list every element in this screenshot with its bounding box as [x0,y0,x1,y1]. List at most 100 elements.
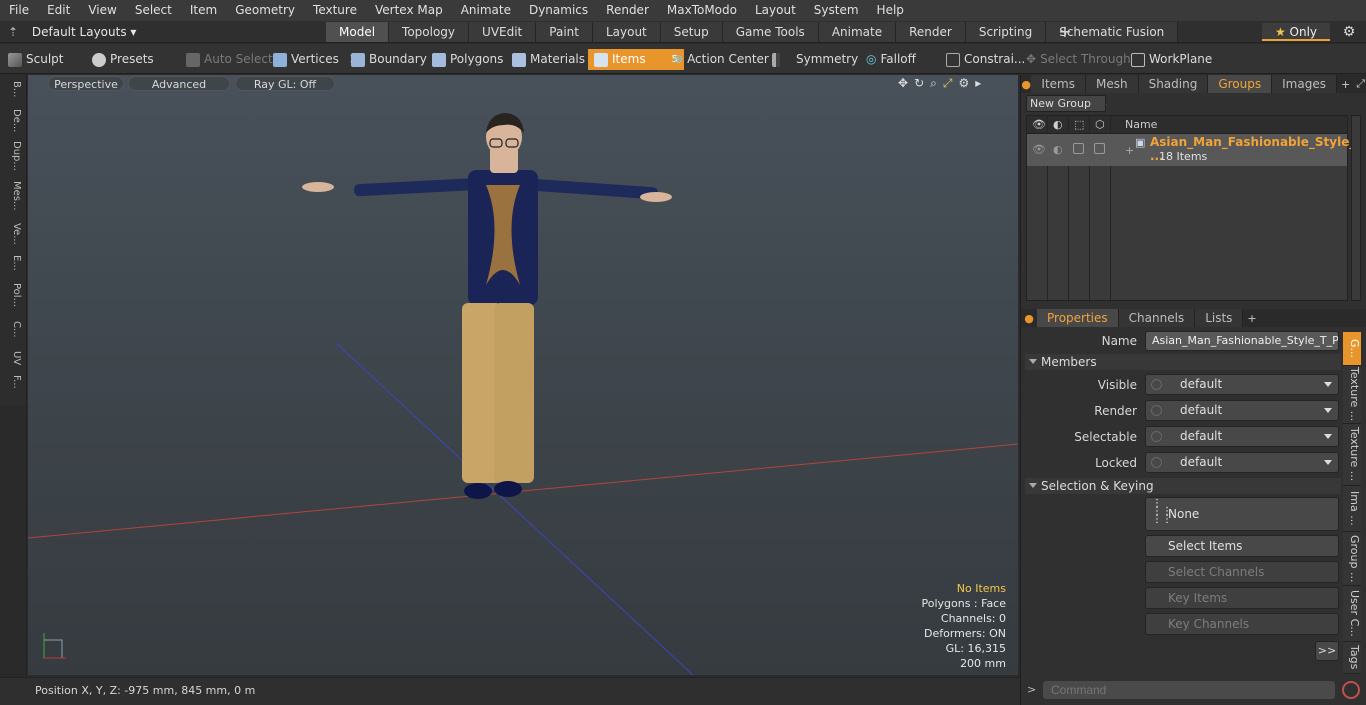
vtab-user-channels[interactable]: User C... [1343,586,1361,642]
select-channels-button[interactable]: Select Channels [1145,561,1339,583]
tab-scripting[interactable]: Scripting [965,22,1047,42]
left-tab-mesh-edit[interactable]: Mes... [4,181,22,211]
locked-dropdown[interactable]: default [1145,452,1339,473]
left-tab-deform[interactable]: De... [4,109,22,132]
constraints-button[interactable]: Constrai... [946,49,1025,70]
record-icon[interactable] [1342,681,1360,699]
sculpt-button[interactable]: Sculpt [8,49,63,70]
left-tab-curve[interactable]: C... [4,321,22,338]
expand-icon[interactable]: ⤢ [1354,77,1366,91]
left-tab-polygon[interactable]: Pol... [4,283,22,307]
menu-file[interactable]: File [0,0,38,21]
tab-uvedit[interactable]: UVEdit [469,22,537,42]
falloff-icon: ◎ [866,52,877,66]
selection-keying-section[interactable]: Selection & Keying [1025,478,1341,494]
selectable-dropdown[interactable]: default [1145,426,1339,447]
tab-topology[interactable]: Topology [389,22,470,42]
presets-button[interactable]: Presets [92,49,154,70]
workplane-button[interactable]: WorkPlane [1131,49,1212,70]
tab-render[interactable]: Render [896,22,966,42]
menu-select[interactable]: Select [126,0,181,21]
items-button[interactable]: Items 5 [588,49,684,70]
menu-render[interactable]: Render [597,0,658,21]
visible-dropdown[interactable]: default [1145,374,1339,395]
boundary-label: Boundary [369,52,427,66]
menu-geometry[interactable]: Geometry [226,0,304,21]
vtab-texture-1[interactable]: Texture ... [1343,366,1361,424]
select-items-button[interactable]: Select Items [1145,535,1339,557]
left-tab-basic[interactable]: B... [4,81,22,97]
new-group-button[interactable]: New Group [1026,95,1106,112]
menu-view[interactable]: View [79,0,125,21]
3d-viewport[interactable]: Perspective Advanced Ray GL: Off ✥ ↻ ⌕ ⤢… [28,75,1018,675]
left-tab-edge[interactable]: E... [4,255,22,271]
tab-setup[interactable]: Setup [660,22,723,42]
vertices-button[interactable]: Vertices1 [273,49,355,70]
action-center-button[interactable]: ⊕ Action Center [673,49,769,70]
vtab-texture-2[interactable]: Texture ... [1343,424,1361,486]
command-input[interactable] [1043,681,1335,699]
tab-game-tools[interactable]: Game Tools [722,22,819,42]
group-row[interactable]: 👁 ◐ + ▣ Asian_Man_Fashionable_Style_ ...… [1027,134,1355,166]
gear-icon[interactable]: ⚙ [1338,22,1360,42]
symmetry-button[interactable]: Symmetry [772,49,858,70]
select-toggle-icon[interactable] [1094,143,1105,154]
select-through-button[interactable]: ✥ Select Through [1026,49,1131,70]
tab-paint[interactable]: Paint [536,22,593,42]
vtab-tags[interactable]: Tags [1343,642,1361,674]
left-tab-vertex[interactable]: Ve... [4,223,22,245]
layouts-dropdown[interactable]: ⇡ Default Layouts ▾ [8,21,136,43]
members-section[interactable]: Members [1025,354,1341,370]
materials-button[interactable]: Materials [512,49,585,70]
vtab-group-2[interactable]: Group ... [1343,532,1361,586]
boundary-button[interactable]: Boundary [351,49,427,70]
menu-item[interactable]: Item [181,0,226,21]
render-toggle-icon[interactable]: ◐ [1053,143,1063,156]
menu-texture[interactable]: Texture [304,0,366,21]
add-panel-tab-icon[interactable]: + [1337,78,1354,91]
tab-shading[interactable]: Shading [1138,75,1209,93]
tab-items[interactable]: Items [1031,75,1086,93]
render-dropdown[interactable]: default [1145,400,1339,421]
tab-channels[interactable]: Channels [1118,309,1196,327]
tab-images[interactable]: Images [1272,75,1337,93]
groups-scrollbar[interactable] [1351,115,1361,301]
more-button[interactable]: >> [1315,641,1339,661]
menu-dynamics[interactable]: Dynamics [520,0,597,21]
menu-edit[interactable]: Edit [38,0,79,21]
visibility-toggle-icon[interactable]: 👁 [1032,143,1046,156]
menu-animate[interactable]: Animate [452,0,520,21]
left-tab-duplicate[interactable]: Dup... [4,141,22,171]
tab-animate[interactable]: Animate [818,22,897,42]
add-tab-icon[interactable]: + [1056,21,1074,43]
none-button[interactable]: ⋮ ⋮⋮ ⋮⋮ None [1145,497,1339,531]
vtab-group[interactable]: G... [1343,332,1361,366]
left-tab-fusion[interactable]: F... [4,375,22,389]
expand-tree-icon[interactable]: + [1125,144,1134,157]
menu-layout[interactable]: Layout [746,0,805,21]
falloff-button[interactable]: ◎ Falloff [866,49,916,70]
key-channels-button[interactable]: Key Channels [1145,613,1339,635]
tab-mesh[interactable]: Mesh ... [1085,75,1139,109]
menu-system[interactable]: System [805,0,868,21]
only-toggle[interactable]: ★ Only [1262,23,1330,41]
auto-select-button[interactable]: Auto Select [186,49,273,70]
menu-vertex-map[interactable]: Vertex Map [366,0,452,21]
tab-lists[interactable]: Lists [1195,309,1244,327]
polygons-button[interactable]: Polygons [432,49,503,70]
tab-properties[interactable]: Properties [1037,309,1119,327]
visible-label: Visible [1097,378,1137,392]
lock-toggle-icon[interactable] [1073,143,1084,154]
hud-no-items: No Items [956,582,1006,595]
tab-groups[interactable]: Groups [1208,75,1273,93]
menu-help[interactable]: Help [868,0,913,21]
left-tab-uv[interactable]: UV [4,351,22,365]
name-field[interactable]: Asian_Man_Fashionable_Style_T_Pose [1145,331,1339,351]
menu-maxtomodo[interactable]: MaxToModo [658,0,746,21]
tab-layout[interactable]: Layout [592,22,661,42]
vtab-images[interactable]: Ima ... [1343,486,1361,532]
render-value: default [1180,403,1223,417]
key-items-button[interactable]: Key Items [1145,587,1339,609]
add-panel-tab-icon[interactable]: + [1243,312,1260,325]
tab-model[interactable]: Model [326,22,390,42]
